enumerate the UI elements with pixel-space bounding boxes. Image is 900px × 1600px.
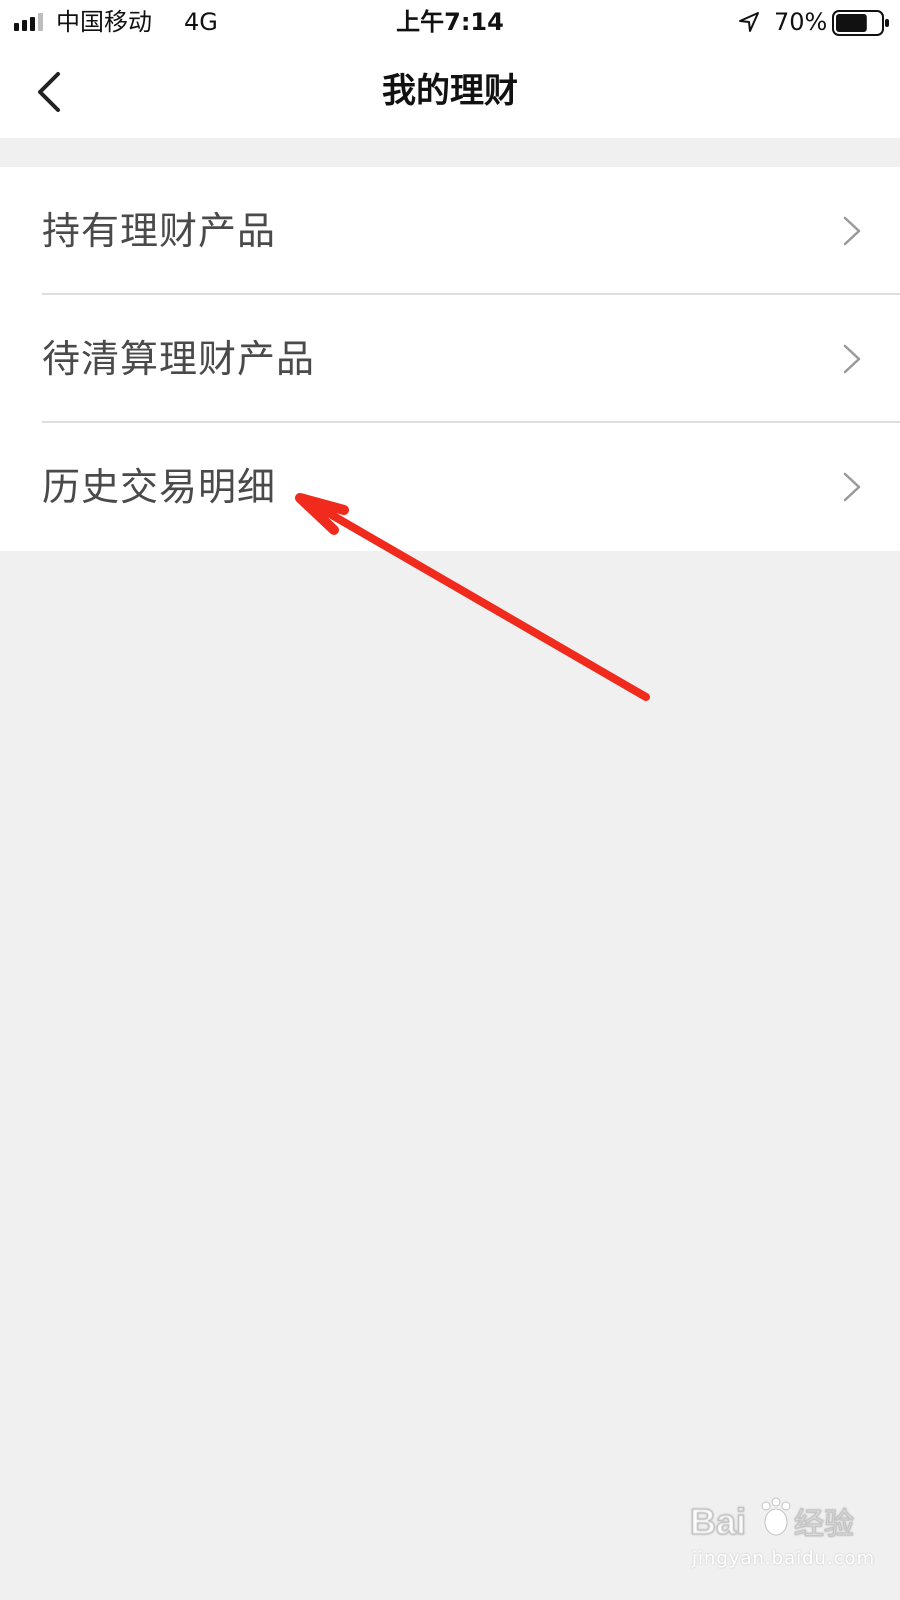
menu-item-label: 持有理财产品 (42, 209, 277, 253)
battery-percentage: 70% (774, 8, 828, 36)
chevron-left-icon (38, 72, 60, 112)
svg-text:经验: 经验 (794, 1507, 854, 1542)
menu-item-label: 历史交易明细 (42, 465, 277, 509)
menu-item-pending-settlement[interactable]: 待清算理财产品 (0, 295, 900, 423)
menu-item-transaction-history[interactable]: 历史交易明细 (0, 423, 900, 551)
menu-item-label: 待清算理财产品 (42, 337, 316, 381)
back-button[interactable] (18, 62, 78, 122)
battery-icon (832, 10, 889, 36)
location-icon (739, 12, 759, 32)
chevron-right-icon (843, 344, 861, 374)
chevron-right-icon (843, 472, 861, 502)
status-bar: 中国移动 4G 上午7:14 70% (0, 0, 900, 44)
watermark-url: jingyan.baidu.com (692, 1548, 876, 1569)
menu-list: 持有理财产品 待清算理财产品 历史交易明细 (0, 167, 900, 551)
page-title: 我的理财 (382, 71, 518, 111)
watermark: Bai 经验 jingyan.baidu.com (690, 1490, 874, 1580)
svg-text:Bai: Bai (690, 1501, 746, 1542)
baidu-jingyan-logo: Bai 经验 (690, 1497, 855, 1543)
menu-item-holdings[interactable]: 持有理财产品 (0, 167, 900, 295)
status-time: 上午7:14 (396, 8, 504, 36)
navigation-bar: 我的理财 (0, 44, 900, 138)
chevron-right-icon (843, 216, 861, 246)
